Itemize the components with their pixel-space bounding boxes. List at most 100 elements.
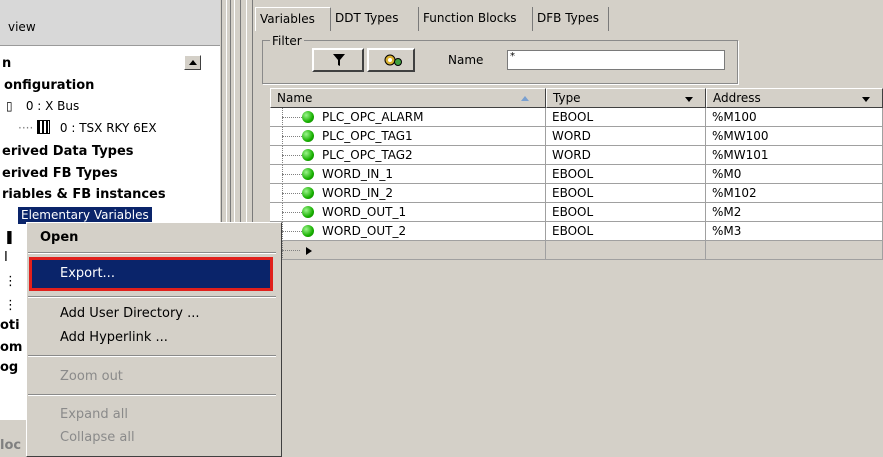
new-row-cell[interactable] <box>706 241 883 260</box>
menu-item-zoom-out[interactable]: Zoom out <box>60 369 123 384</box>
browser-header: view <box>0 0 220 46</box>
tree-connector-icon <box>282 193 304 194</box>
column-header-name[interactable]: Name <box>270 88 546 108</box>
variable-name: WORD_OUT_2 <box>322 224 407 238</box>
name-filter-input[interactable]: * <box>507 50 725 70</box>
menu-item-collapse-all[interactable]: Collapse all <box>60 430 135 445</box>
cell-address[interactable]: %M2 <box>706 203 883 222</box>
tree-connector-icon <box>282 212 304 213</box>
menu-separator <box>28 394 276 396</box>
tree-item-variables-fb-instances[interactable]: riables & FB instances <box>2 185 166 205</box>
table-row[interactable]: WORD_IN_1 EBOOL %M0 <box>270 165 883 184</box>
menu-item-open[interactable]: Open <box>40 230 78 245</box>
tab-function-blocks[interactable]: Function Blocks <box>419 7 533 31</box>
cell-address[interactable]: %M0 <box>706 165 883 184</box>
tree-connector-icon <box>282 231 304 232</box>
cell-type[interactable]: EBOOL <box>546 108 706 127</box>
menu-separator <box>28 355 276 357</box>
scroll-up-button[interactable] <box>184 55 201 70</box>
menu-item-add-hyperlink[interactable]: Add Hyperlink ... <box>60 330 168 345</box>
cell-type[interactable]: EBOOL <box>546 203 706 222</box>
tree-connector-icon: ···· <box>18 121 34 135</box>
menu-item-add-user-directory[interactable]: Add User Directory ... <box>60 306 200 321</box>
column-header-address-label: Address <box>713 91 761 105</box>
tree-item-partial[interactable]: oti <box>0 316 20 336</box>
tree-item-x-bus[interactable]: ▯ 0 : X Bus <box>6 96 79 116</box>
chevron-down-icon[interactable] <box>685 97 693 102</box>
tree-connector-icon <box>282 250 300 251</box>
bus-icon: ▯ <box>6 99 13 113</box>
variable-name: PLC_OPC_TAG1 <box>322 129 413 143</box>
tree-item-partial[interactable]: om <box>0 338 22 358</box>
tree-connector-icon <box>282 174 304 175</box>
cell-type[interactable]: WORD <box>546 146 706 165</box>
tree-item-x-bus-label: 0 : X Bus <box>25 99 80 113</box>
column-header-type[interactable]: Type <box>546 88 706 108</box>
column-header-type-label: Type <box>553 91 581 105</box>
column-header-address[interactable]: Address <box>706 88 883 108</box>
tree-item-station[interactable]: n <box>2 54 11 74</box>
menu-item-expand-all[interactable]: Expand all <box>60 407 128 422</box>
menu-item-export-label: Export... <box>60 266 115 281</box>
tree-bullet-icon: ⋮ <box>4 298 17 313</box>
new-row-arrow-icon <box>306 247 312 255</box>
rack-icon <box>37 120 51 134</box>
table-row[interactable]: PLC_OPC_TAG1 WORD %MW100 <box>270 127 883 146</box>
status-dot-icon <box>302 130 314 142</box>
cell-name[interactable]: PLC_OPC_ALARM <box>270 108 546 127</box>
cell-type[interactable]: EBOOL <box>546 184 706 203</box>
funnel-icon <box>333 54 345 66</box>
filter-settings-button[interactable] <box>367 48 415 72</box>
browser-tab-partial[interactable]: loc <box>0 436 21 456</box>
table-row[interactable]: WORD_OUT_2 EBOOL %M3 <box>270 222 883 241</box>
menu-separator <box>28 252 276 254</box>
new-row-cell[interactable] <box>546 241 706 260</box>
column-header-name-label: Name <box>277 91 313 105</box>
tree-bullet-icon: I <box>4 250 8 265</box>
table-row[interactable]: PLC_OPC_ALARM EBOOL %M100 <box>270 108 883 127</box>
tree-item-derived-data-types[interactable]: erived Data Types <box>2 142 134 162</box>
status-dot-icon <box>302 225 314 237</box>
cell-type[interactable]: WORD <box>546 127 706 146</box>
tree-connector-icon <box>282 117 304 118</box>
table-row[interactable]: PLC_OPC_TAG2 WORD %MW101 <box>270 146 883 165</box>
cell-type[interactable]: EBOOL <box>546 222 706 241</box>
table-row[interactable]: WORD_OUT_1 EBOOL %M2 <box>270 203 883 222</box>
cell-address[interactable]: %MW100 <box>706 127 883 146</box>
status-dot-icon <box>302 149 314 161</box>
table-row[interactable]: WORD_IN_2 EBOOL %M102 <box>270 184 883 203</box>
new-row[interactable] <box>270 241 883 260</box>
filter-settings-icon <box>384 54 402 66</box>
cell-name[interactable]: WORD_IN_2 <box>270 184 546 203</box>
tree-bullet-icon: ⋮ <box>4 274 17 289</box>
tree-connector-icon <box>282 136 304 137</box>
cell-address[interactable]: %M3 <box>706 222 883 241</box>
cell-name[interactable]: PLC_OPC_TAG1 <box>270 127 546 146</box>
variables-grid: Name Type Address PLC_OPC_ALARM EBOOL %M10… <box>270 88 883 288</box>
tree-item-partial[interactable]: og <box>0 358 18 378</box>
sort-ascending-icon <box>521 96 529 101</box>
tree-item-rack[interactable]: ···· 0 : TSX RKY 6EX <box>18 118 157 138</box>
variable-name: WORD_OUT_1 <box>322 205 407 219</box>
cell-name[interactable]: PLC_OPC_TAG2 <box>270 146 546 165</box>
apply-filter-button[interactable] <box>312 48 364 72</box>
filter-group-label: Filter <box>270 34 304 48</box>
tree-item-derived-fb-types[interactable]: erived FB Types <box>2 164 118 184</box>
tab-dfb-types[interactable]: DFB Types <box>533 7 609 31</box>
cell-name[interactable]: WORD_OUT_2 <box>270 222 546 241</box>
variable-name: WORD_IN_2 <box>322 186 394 200</box>
status-dot-icon <box>302 206 314 218</box>
cell-address[interactable]: %M100 <box>706 108 883 127</box>
tree-item-configuration[interactable]: onfiguration <box>4 76 94 96</box>
tree-connector-icon <box>282 155 304 156</box>
cell-name[interactable]: WORD_OUT_1 <box>270 203 546 222</box>
new-row-cell[interactable] <box>270 241 546 260</box>
tab-ddt-types[interactable]: DDT Types <box>331 7 419 31</box>
tab-variables[interactable]: Variables <box>255 7 331 31</box>
tree-bullet-icon: ❚ <box>4 230 15 245</box>
cell-type[interactable]: EBOOL <box>546 165 706 184</box>
chevron-down-icon[interactable] <box>862 97 870 102</box>
cell-address[interactable]: %MW101 <box>706 146 883 165</box>
cell-name[interactable]: WORD_IN_1 <box>270 165 546 184</box>
cell-address[interactable]: %M102 <box>706 184 883 203</box>
